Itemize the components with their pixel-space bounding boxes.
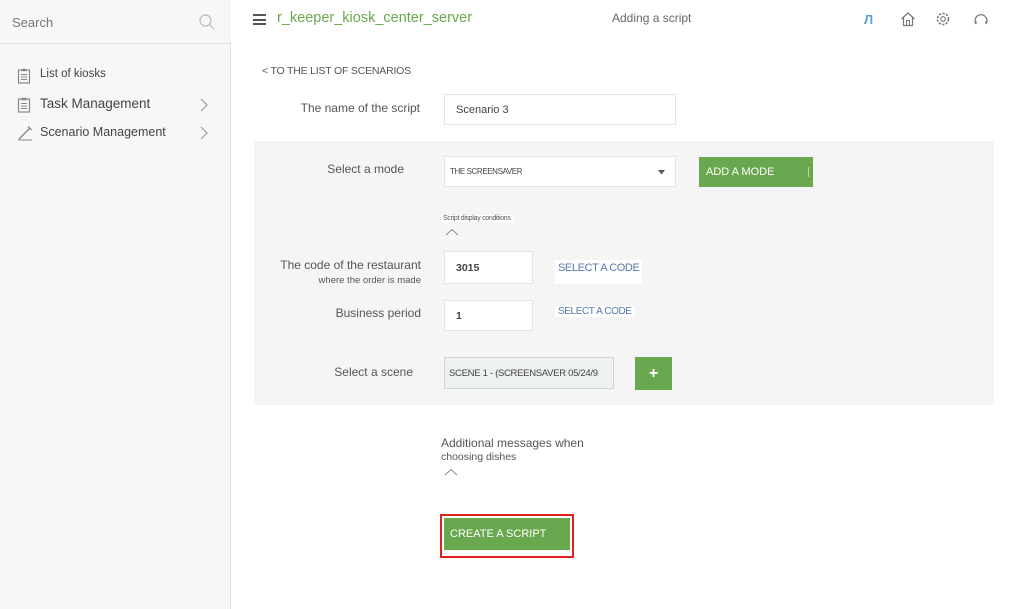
chevron-right-icon [200, 126, 208, 140]
main-content: < TO THE LIST OF SCENARIOS The name of t… [232, 40, 1012, 609]
add-scene-button[interactable]: + [635, 357, 672, 390]
settings-icon[interactable] [935, 11, 951, 27]
business-period-value: 1 [456, 309, 462, 322]
display-conditions-toggle[interactable]: Script display conditions [441, 215, 513, 222]
sidebar-item-label: Task Management [40, 96, 151, 111]
script-name-value: Scenario 3 [456, 103, 509, 116]
sidebar: List of kiosks Task Management Scenario … [0, 0, 231, 609]
top-bar: r_keeper_kiosk_center_server Adding a sc… [232, 0, 1012, 40]
search-bar [0, 0, 231, 44]
chevron-right-icon [200, 98, 208, 112]
caret-down-icon [658, 170, 665, 175]
clipboard-icon [17, 97, 31, 113]
language-button[interactable]: Л [864, 12, 873, 27]
chevron-up-icon[interactable] [445, 228, 459, 236]
plus-icon: + [648, 364, 659, 382]
select-code-button-period[interactable]: SELECT A CODE [555, 306, 635, 317]
restaurant-code-label: The code of the restaurant [280, 258, 421, 272]
home-icon[interactable] [900, 11, 916, 27]
menu-icon[interactable] [253, 14, 266, 25]
create-script-button[interactable]: CREATE A SCRIPT [444, 518, 570, 550]
restaurant-code-sublabel: where the order is made [318, 275, 421, 286]
mode-select[interactable]: THE SCREENSAVER [444, 156, 676, 187]
scene-select[interactable]: SCENE 1 - (SCREENSAVER 05/24/9 [444, 357, 614, 389]
search-icon[interactable] [198, 13, 216, 31]
sidebar-item-list-of-kiosks[interactable]: List of kiosks [0, 64, 231, 88]
script-name-label: The name of the script [300, 101, 420, 115]
app-title: r_keeper_kiosk_center_server [277, 10, 473, 26]
search-input[interactable] [12, 13, 182, 31]
business-period-label: Business period [335, 306, 421, 320]
select-code-button-restaurant[interactable]: SELECT A CODE [555, 260, 643, 284]
back-to-scenarios-link[interactable]: < TO THE LIST OF SCENARIOS [262, 65, 411, 77]
sidebar-item-task-management[interactable]: Task Management [0, 93, 231, 117]
script-name-field[interactable]: Scenario 3 [444, 94, 676, 125]
chevron-up-icon[interactable] [444, 468, 458, 476]
page-title: Adding a script [612, 11, 692, 25]
additional-messages-title: Additional messages when [441, 436, 584, 450]
add-mode-button[interactable]: ADD A MODE [699, 157, 813, 187]
clipboard-icon [17, 68, 31, 84]
mode-select-value: THE SCREENSAVER [450, 167, 523, 176]
scene-select-value: SCENE 1 - (SCREENSAVER 05/24/9 [449, 367, 598, 379]
mode-label: Select a mode [327, 162, 404, 176]
divider [808, 167, 809, 177]
pencil-icon [18, 126, 32, 141]
sidebar-item-label: Scenario Management [40, 125, 166, 139]
scene-label: Select a scene [334, 365, 413, 379]
restaurant-code-value: 3015 [456, 261, 480, 274]
add-mode-label: ADD A MODE [706, 166, 775, 178]
restaurant-code-field[interactable]: 3015 [444, 251, 533, 284]
additional-messages-subtitle: choosing dishes [441, 451, 517, 463]
help-icon[interactable] [973, 11, 989, 27]
sidebar-item-scenario-management[interactable]: Scenario Management [0, 121, 231, 145]
sidebar-item-label: List of kiosks [40, 68, 106, 80]
business-period-field[interactable]: 1 [444, 300, 533, 331]
create-script-label: CREATE A SCRIPT [450, 528, 547, 540]
